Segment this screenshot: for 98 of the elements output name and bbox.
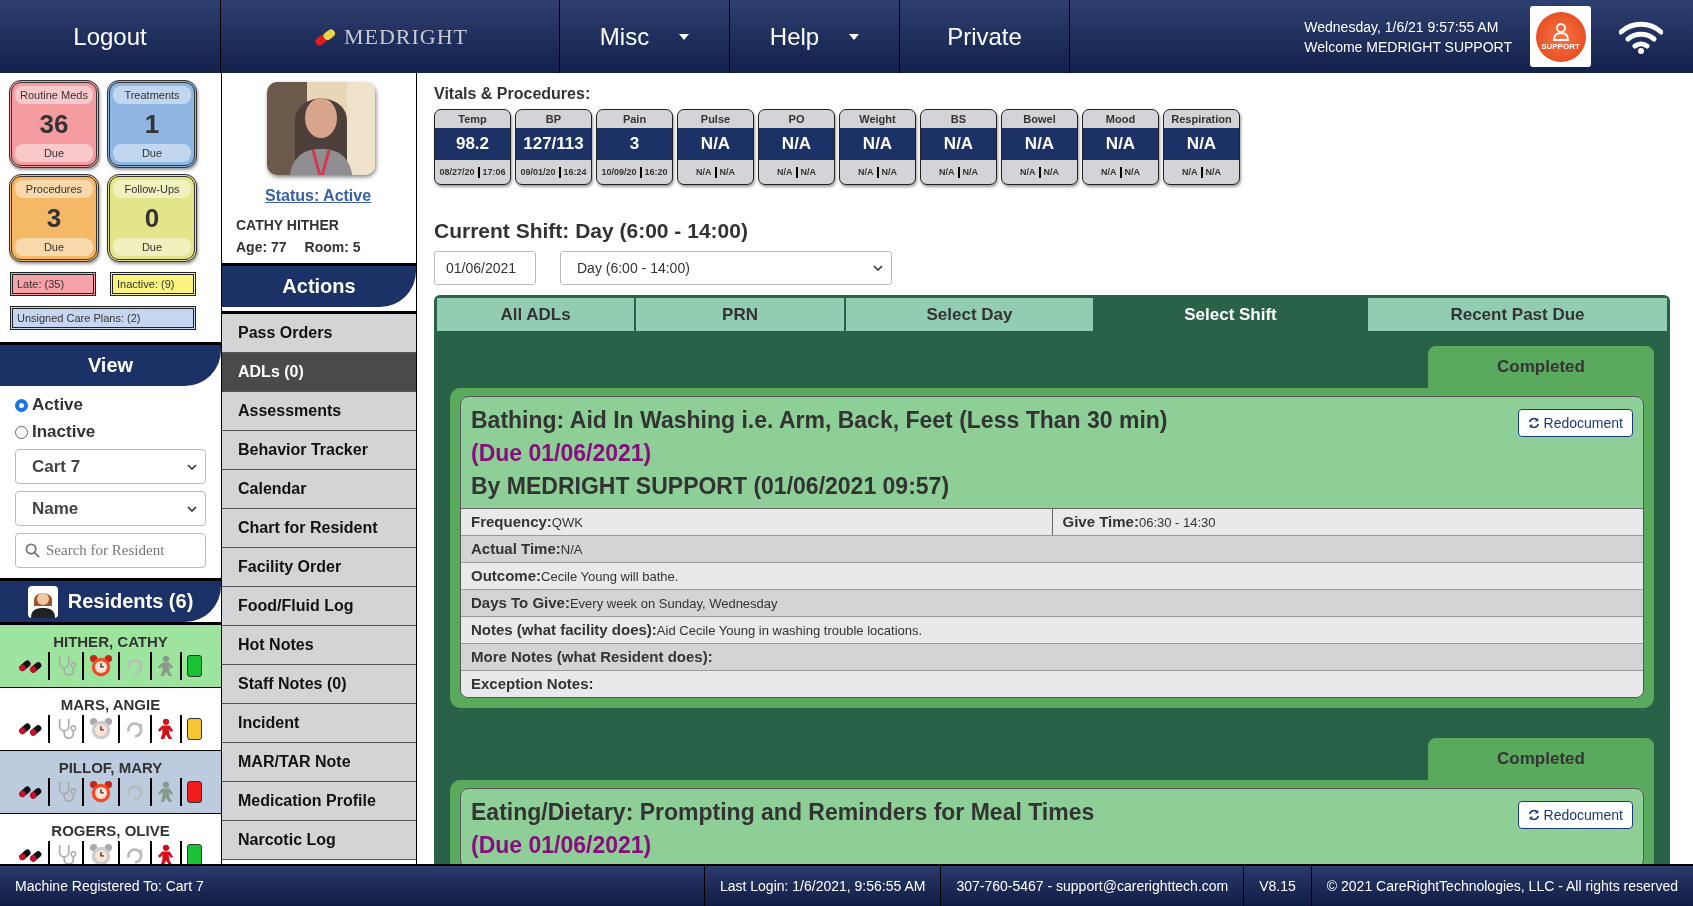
detail-field: Outcome:Cecile Young will bathe. [461,563,1643,589]
version-text: V8.15 [1243,866,1311,906]
date-time: Wednesday, 1/6/21 9:57:55 AM [1304,18,1500,35]
vital-card[interactable]: Temp 98.2 08/27/20 17:06 [434,109,511,185]
action-menu-item[interactable]: Assessments [222,392,416,431]
cart-dropdown[interactable]: Cart 7 [15,449,206,484]
due-tile[interactable]: Treatments 1 Due [107,80,197,168]
resident-name: ROGERS, OLIVE [51,821,170,839]
redocument-button[interactable]: Redocument [1517,409,1633,437]
radio-button[interactable] [15,398,28,412]
vital-card[interactable]: Respiration N/A N/A N/A [1163,109,1240,185]
action-menu-item[interactable]: Pass Orders [222,314,416,353]
due-tile[interactable]: Procedures 3 Due [9,174,99,262]
caret-icon [873,265,883,271]
vital-card[interactable]: Mood N/A N/A N/A [1082,109,1159,185]
action-menu-item[interactable]: Food/Fluid Log [222,587,416,626]
caret-icon [679,33,690,40]
action-menu-item[interactable]: Hot Notes [222,626,416,665]
completed-tab[interactable]: Completed [1428,346,1654,388]
room-text: Room: 5 [304,239,361,255]
tab[interactable]: Select Day [845,297,1094,332]
vital-card[interactable]: Bowel N/A N/A N/A [1001,109,1078,185]
last-login: Last Login: 1/6/2021, 9:56:55 AM [703,866,941,906]
vital-card[interactable]: Pain 3 10/09/20 16:20 [596,109,673,185]
action-menu-item[interactable]: Staff Notes (0) [222,665,416,704]
actions-header: Actions [222,263,416,307]
count-badge[interactable]: Unsigned Care Plans: (2) [10,306,196,330]
action-menu-item[interactable]: Narcotic Log [222,821,416,860]
action-menu-item[interactable]: Chart for Resident [222,509,416,548]
vital-card[interactable]: BS N/A N/A N/A [920,109,997,185]
sort-dropdown[interactable]: Name [15,491,206,526]
tab[interactable]: All ADLs [436,297,635,332]
action-menu-item[interactable]: ADLs (0) [222,353,416,392]
vital-card[interactable]: PO N/A N/A N/A [758,109,835,185]
vitals-title: Vitals & Procedures: [434,85,592,103]
completed-tab[interactable]: Completed [1428,738,1654,780]
resident-row[interactable]: HITHER, CATHY [0,625,221,688]
vital-card[interactable]: BP 127/113 09/01/20 16:24 [515,109,592,185]
copyright-text: © 2021 CareRightTechnologies, LLC - All rights reserved [1310,866,1693,906]
wifi-icon [1619,19,1663,54]
detail-field: Give Time:06:30 - 14:30 [1051,509,1643,535]
due-tile[interactable]: Follow-Ups 0 Due [107,174,197,262]
menu-item[interactable]: Help [730,0,900,73]
resident-full-name: CATHY HITHER [236,217,340,233]
tab[interactable]: Recent Past Due [1367,297,1668,332]
adl-title: Bathing: Aid In Washing i.e. Arm, Back, Feet (Less Than 30 min) [471,407,1168,434]
vital-card[interactable]: Pulse N/A N/A N/A [677,109,754,185]
tab[interactable]: PRN [635,297,845,332]
redocument-button[interactable]: Redocument [1517,801,1633,829]
action-menu-item[interactable]: Medication Profile [222,782,416,821]
refresh-icon [1527,809,1540,821]
caret-icon [849,33,860,40]
caret-icon [187,463,197,470]
detail-field: Exception Notes: [461,671,1643,697]
shift-title: Current Shift: Day (6:00 - 14:00) [434,219,749,243]
refresh-icon [1527,417,1540,429]
residents-header: Residents (6) [67,590,194,613]
radio-button[interactable] [15,425,28,439]
radio-label: Active [32,395,84,415]
resident-name: HITHER, CATHY [53,632,168,650]
date-field[interactable]: 01/06/2021 [434,251,536,285]
resident-name: PILLOF, MARY [58,758,163,776]
menu-item[interactable]: Misc [560,0,730,73]
resident-name: MARS, ANGIE [60,695,161,713]
detail-field: Notes (what facility does):Aid Cecile Young in washing trouble locations. [461,617,1643,643]
status-link[interactable]: Status: Active [265,187,416,205]
due-date: (Due 01/06/2021) [471,440,653,467]
detail-field: Days To Give:Every week on Sunday, Wednesday [461,590,1643,616]
count-badge[interactable]: Late: (35) [10,272,96,296]
action-menu-item[interactable]: Facility Order [222,548,416,587]
due-tile[interactable]: Routine Meds 36 Due [9,80,99,168]
radio-label: Inactive [32,422,96,442]
menu-item[interactable]: Private [900,0,1070,73]
resident-row[interactable]: PILLOF, MARY [0,751,221,814]
action-menu-item[interactable]: Calendar [222,470,416,509]
action-menu-item[interactable]: Incident [222,704,416,743]
shift-dropdown[interactable]: Day (6:00 - 14:00) [560,251,892,285]
caret-icon [187,505,197,512]
logout-link[interactable]: Logout [0,0,221,73]
due-date: (Due 01/06/2021) [471,832,653,859]
adl-title: Eating/Dietary: Prompting and Reminders for Meal Times [471,799,1095,826]
vital-card[interactable]: Weight N/A N/A N/A [839,109,916,185]
avatar-icon [27,585,58,618]
detail-field: Frequency:QWK [461,509,1052,535]
age-text: Age: 77 [236,239,287,255]
person-icon [1550,22,1571,42]
detail-field: Actual Time:N/A [461,536,1643,562]
count-badge[interactable]: Inactive: (9) [110,272,196,296]
contact-info: 307-760-5467 - support@carerighttech.com [940,866,1244,906]
search-field[interactable]: Search for Resident [15,533,206,568]
view-header: View [0,342,221,386]
logo-text: MEDRIGHT [343,23,469,50]
action-menu-item[interactable]: Behavior Tracker [222,431,416,470]
action-menu-item[interactable]: MAR/TAR Note [222,743,416,782]
welcome-text: Welcome MEDRIGHT SUPPORT [1304,38,1512,55]
detail-field: More Notes (what Resident does): [461,644,1643,670]
machine-text: Machine Registered To: Cart 7 [14,877,205,896]
documented-by: By MEDRIGHT SUPPORT (01/06/2021 09:57) [471,473,951,500]
